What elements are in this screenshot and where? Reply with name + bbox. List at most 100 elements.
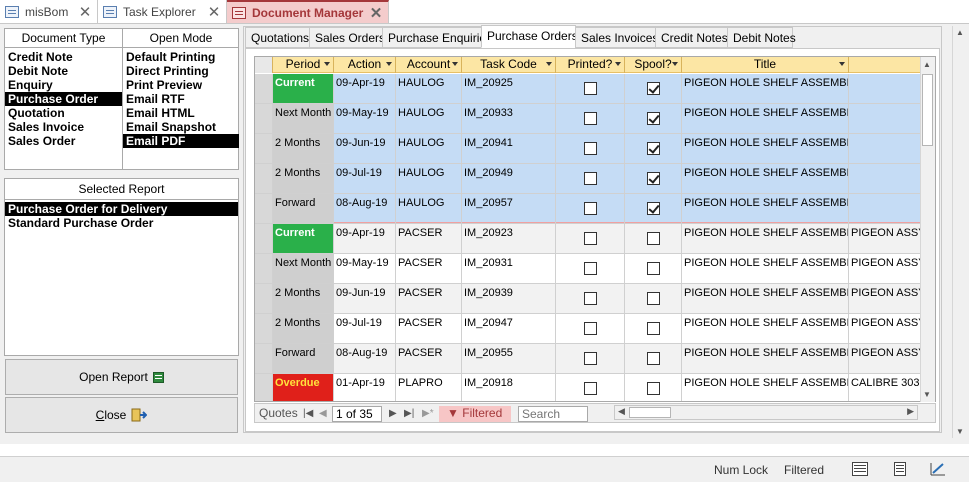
period-cell[interactable]: 2 Months: [273, 314, 334, 344]
selected-report-list[interactable]: Selected Report Purchase Order for Deliv…: [4, 178, 239, 356]
spool-cell[interactable]: [625, 224, 682, 254]
document-type-item[interactable]: Debit Note: [5, 64, 122, 78]
action-cell[interactable]: 09-Jun-19: [334, 284, 396, 314]
title-cell[interactable]: PIGEON HOLE SHELF ASSEMBLY 2: [682, 254, 849, 284]
title-cell[interactable]: PIGEON HOLE SHELF ASSEMBLY 1: [682, 224, 849, 254]
title-cell[interactable]: PIGEON HOLE SHELF ASSEMBLY 1: [682, 374, 849, 401]
title-cell[interactable]: PIGEON HOLE SHELF ASSEMBLY 3: [682, 284, 849, 314]
action-cell[interactable]: 08-Aug-19: [334, 194, 396, 224]
spool-checkbox[interactable]: [647, 382, 660, 395]
task-cell[interactable]: IM_20923: [462, 224, 556, 254]
form-vertical-scrollbar[interactable]: ▲ ▼: [952, 26, 967, 438]
table-row[interactable]: Forward 08-Aug-19 HAULOG IM_20957 PIGEON HOL…: [255, 194, 921, 224]
design-view-icon[interactable]: [930, 462, 946, 476]
account-cell[interactable]: PACSER: [396, 224, 462, 254]
spool-checkbox[interactable]: [647, 352, 660, 365]
tab-credit-notes[interactable]: Credit Notes: [655, 27, 728, 48]
printed-cell[interactable]: [556, 374, 625, 401]
printed-checkbox[interactable]: [584, 292, 597, 305]
title-cell[interactable]: PIGEON HOLE SHELF ASSEMBLY 2: [682, 104, 849, 134]
action-cell[interactable]: 09-Jun-19: [334, 134, 396, 164]
scroll-up-arrow-icon[interactable]: ▲: [956, 28, 964, 37]
scroll-left-arrow-icon[interactable]: ◀: [618, 406, 625, 417]
printed-checkbox[interactable]: [584, 202, 597, 215]
column-header-account[interactable]: Account: [396, 57, 462, 73]
record-selector[interactable]: [255, 374, 273, 401]
tab-document-manager[interactable]: Document Manager ✕: [227, 0, 389, 23]
filter-toggle-button[interactable]: ▼ Filtered: [439, 406, 511, 422]
current-record-field[interactable]: 1 of 35: [332, 406, 382, 422]
printed-checkbox[interactable]: [584, 382, 597, 395]
table-row[interactable]: 2 Months 09-Jul-19 HAULOG IM_20949 PIGEON HO…: [255, 164, 921, 194]
document-type-item[interactable]: Sales Order: [5, 134, 122, 148]
spool-checkbox[interactable]: [647, 142, 660, 155]
open-mode-item[interactable]: Direct Printing: [123, 64, 239, 78]
printed-checkbox[interactable]: [584, 142, 597, 155]
printed-checkbox[interactable]: [584, 232, 597, 245]
spool-cell[interactable]: [625, 74, 682, 104]
period-cell[interactable]: 2 Months: [273, 284, 334, 314]
task-cell[interactable]: IM_20947: [462, 314, 556, 344]
title-cell[interactable]: PIGEON HOLE SHELF ASSEMBLY 4: [682, 164, 849, 194]
period-cell[interactable]: 2 Months: [273, 134, 334, 164]
document-type-item[interactable]: Enquiry: [5, 78, 122, 92]
action-cell[interactable]: 08-Aug-19: [334, 344, 396, 374]
record-selector[interactable]: [255, 224, 273, 254]
printed-checkbox[interactable]: [584, 262, 597, 275]
action-cell[interactable]: 09-Apr-19: [334, 224, 396, 254]
spool-cell[interactable]: [625, 314, 682, 344]
action-cell[interactable]: 09-Jul-19: [334, 164, 396, 194]
account-cell[interactable]: PACSER: [396, 254, 462, 284]
spool-cell[interactable]: [625, 194, 682, 224]
search-input[interactable]: [518, 406, 588, 422]
datasheet-view-icon[interactable]: [892, 462, 908, 476]
close-button[interactable]: Close: [5, 397, 238, 433]
scroll-right-arrow-icon[interactable]: ▶: [907, 406, 914, 417]
record-selector[interactable]: [255, 194, 273, 224]
task-cell[interactable]: IM_20918: [462, 374, 556, 401]
open-mode-list[interactable]: Open Mode Default Printing Direct Printin…: [123, 29, 239, 169]
printed-cell[interactable]: [556, 314, 625, 344]
task-cell[interactable]: IM_20949: [462, 164, 556, 194]
spool-cell[interactable]: [625, 284, 682, 314]
extra-cell[interactable]: PIGEON ASSY: [849, 254, 921, 284]
record-selector[interactable]: [255, 164, 273, 194]
table-row[interactable]: Current 09-Apr-19 HAULOG IM_20925 PIGEON HOL…: [255, 74, 921, 104]
printed-cell[interactable]: [556, 224, 625, 254]
title-cell[interactable]: PIGEON HOLE SHELF ASSEMBLY 4: [682, 314, 849, 344]
action-cell[interactable]: 09-Apr-19: [334, 74, 396, 104]
new-record-icon[interactable]: ▶*: [422, 406, 434, 422]
close-icon[interactable]: ✕: [77, 3, 93, 21]
close-icon[interactable]: ✕: [206, 3, 222, 21]
open-report-button[interactable]: Open Report: [5, 359, 238, 395]
printed-cell[interactable]: [556, 134, 625, 164]
spool-checkbox[interactable]: [647, 232, 660, 245]
spool-checkbox[interactable]: [647, 202, 660, 215]
open-mode-item[interactable]: Email PDF: [123, 134, 239, 148]
previous-record-icon[interactable]: ◀: [319, 406, 327, 422]
task-cell[interactable]: IM_20933: [462, 104, 556, 134]
table-row[interactable]: Overdue 01-Apr-19 PLAPRO IM_20918 PIGEON HOL…: [255, 374, 921, 401]
period-cell[interactable]: Overdue: [273, 374, 334, 401]
table-row[interactable]: 2 Months 09-Jul-19 PACSER IM_20947 PIGEON HO…: [255, 314, 921, 344]
next-record-icon[interactable]: ▶: [389, 406, 397, 422]
document-type-item[interactable]: Sales Invoice: [5, 120, 122, 134]
account-cell[interactable]: HAULOG: [396, 164, 462, 194]
spool-checkbox[interactable]: [647, 262, 660, 275]
action-cell[interactable]: 01-Apr-19: [334, 374, 396, 401]
title-cell[interactable]: PIGEON HOLE SHELF ASSEMBLY 5: [682, 194, 849, 224]
table-row[interactable]: 2 Months 09-Jun-19 PACSER IM_20939 PIGEON HO…: [255, 284, 921, 314]
printed-cell[interactable]: [556, 284, 625, 314]
report-item[interactable]: Standard Purchase Order: [5, 216, 238, 230]
spool-checkbox[interactable]: [647, 322, 660, 335]
tab-quotations[interactable]: Quotations: [245, 27, 310, 48]
period-cell[interactable]: 2 Months: [273, 164, 334, 194]
scroll-down-arrow-icon[interactable]: ▼: [923, 390, 931, 399]
printed-cell[interactable]: [556, 344, 625, 374]
table-row[interactable]: Next Month 09-May-19 HAULOG IM_20933 PIGEON …: [255, 104, 921, 134]
account-cell[interactable]: PLAPRO: [396, 374, 462, 401]
tab-misbom[interactable]: misBom ✕: [0, 0, 98, 23]
column-header-printed[interactable]: Printed?: [556, 57, 625, 73]
extra-cell[interactable]: CALIBRE 303: [849, 374, 921, 401]
last-record-icon[interactable]: ▶|: [404, 406, 414, 422]
